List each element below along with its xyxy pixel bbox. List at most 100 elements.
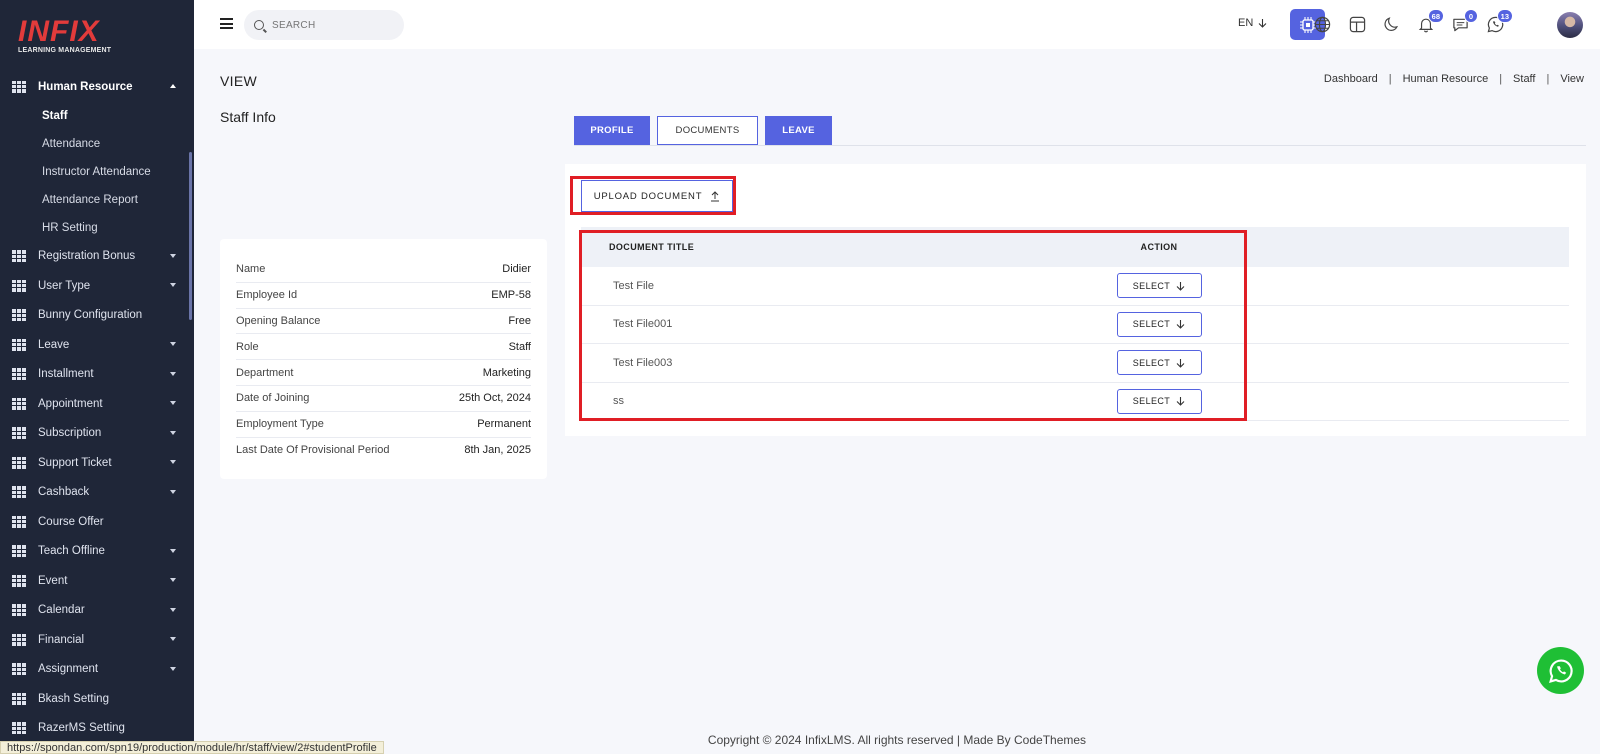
sidebar-item-razerms-setting[interactable]: RazerMS Setting [0, 714, 194, 744]
sidebar-item-bkash-setting[interactable]: Bkash Setting [0, 684, 194, 714]
sidebar-item-installment[interactable]: Installment [0, 360, 194, 390]
sidebar-item-user-type[interactable]: User Type [0, 271, 194, 301]
breadcrumb-separator: | [1546, 73, 1550, 85]
sidebar-item-human-resource[interactable]: Human Resource [0, 72, 194, 102]
sidebar-item-label: Bunny Configuration [38, 309, 143, 322]
sidebar-subitem-staff[interactable]: Staff [0, 102, 194, 130]
highlight-box-table [579, 230, 1247, 421]
chevron-down-icon [170, 401, 176, 405]
sidebar-item-label: Teach Offline [38, 545, 105, 558]
info-value: Marketing [482, 366, 531, 379]
grid-icon [12, 456, 26, 469]
sidebar-item-label: Financial [38, 633, 85, 646]
chevron-down-icon [170, 637, 176, 641]
sidebar-item-label: User Type [38, 279, 91, 292]
grid-icon [12, 427, 26, 440]
avatar[interactable] [1557, 12, 1583, 38]
grid-icon [12, 80, 26, 93]
sidebar-item-label: Subscription [38, 427, 102, 440]
moon-icon[interactable] [1383, 15, 1401, 33]
globe-icon[interactable] [1313, 15, 1331, 33]
whatsapp-button[interactable]: 13 [1486, 9, 1513, 33]
sidebar-subitem-attendance[interactable]: Attendance [0, 130, 194, 158]
sidebar-item-event[interactable]: Event [0, 566, 194, 596]
info-label: Name [236, 263, 266, 276]
breadcrumb-item-view[interactable]: View [1560, 73, 1584, 85]
sidebar-item-course-offer[interactable]: Course Offer [0, 507, 194, 537]
info-value: Staff [508, 340, 531, 353]
notification-bell[interactable]: 68 [1417, 9, 1444, 33]
arrow-down-icon [1258, 19, 1267, 28]
info-value: Didier [502, 263, 531, 276]
breadcrumb: Dashboard | Human Resource | Staff | View [1324, 73, 1584, 85]
sidebar-item-bunny-configuration[interactable]: Bunny Configuration [0, 301, 194, 331]
sidebar-item-support-ticket[interactable]: Support Ticket [0, 448, 194, 478]
sidebar-item-label: Human Resource [38, 80, 133, 93]
sidebar: INFIX LEARNING MANAGEMENT Human Resource… [0, 0, 194, 754]
grid-icon [12, 368, 26, 381]
app-logo[interactable]: INFIX LEARNING MANAGEMENT [0, 0, 194, 72]
grid-icon [12, 515, 26, 528]
sidebar-item-appointment[interactable]: Appointment [0, 389, 194, 419]
whatsapp-count-badge: 13 [1496, 9, 1513, 23]
info-value: EMP-58 [491, 289, 531, 302]
info-value: 25th Oct, 2024 [458, 392, 531, 405]
grid-icon [12, 574, 26, 587]
grid-icon [12, 692, 26, 705]
sidebar-item-label: Event [38, 574, 68, 587]
info-row-date-of-joining: Date of Joining 25th Oct, 2024 [236, 386, 531, 412]
sidebar-item-calendar[interactable]: Calendar [0, 596, 194, 626]
search-input[interactable] [272, 19, 392, 31]
status-bar-url: https://spondan.com/spn19/production/mod… [0, 741, 384, 754]
sidebar-nav: Human Resource [0, 72, 194, 102]
sidebar-item-label: Appointment [38, 397, 103, 410]
sidebar-subitem-label: Attendance Report [42, 193, 138, 206]
tab-documents[interactable]: DOCUMENTS [657, 116, 758, 145]
sidebar-subitem-instructor-attendance[interactable]: Instructor Attendance [0, 158, 194, 186]
chevron-up-icon [170, 84, 176, 88]
sidebar-item-label: Bkash Setting [38, 692, 109, 705]
sidebar-item-label: Calendar [38, 604, 85, 617]
info-value: 8th Jan, 2025 [464, 444, 531, 457]
info-row-employment-type: Employment Type Permanent [236, 412, 531, 438]
sidebar-item-label: Leave [38, 338, 70, 351]
sidebar-scrollbar[interactable] [189, 152, 192, 320]
grid-icon [12, 633, 26, 646]
whatsapp-chat-button[interactable] [1537, 647, 1584, 694]
breadcrumb-item-human-resource[interactable]: Human Resource [1403, 73, 1489, 85]
section-title: Staff Info [220, 109, 276, 125]
layout-icon[interactable] [1348, 15, 1366, 33]
sidebar-item-cashback[interactable]: Cashback [0, 478, 194, 508]
sidebar-subitem-attendance-report[interactable]: Attendance Report [0, 186, 194, 214]
sidebar-item-financial[interactable]: Financial [0, 625, 194, 655]
language-selector[interactable]: EN [1238, 17, 1267, 29]
sidebar-item-leave[interactable]: Leave [0, 330, 194, 360]
search-box[interactable] [244, 10, 404, 40]
breadcrumb-item-staff[interactable]: Staff [1513, 73, 1535, 85]
tab-leave[interactable]: LEAVE [765, 116, 832, 145]
tab-bar: PROFILE DOCUMENTS LEAVE [574, 116, 1586, 146]
chevron-down-icon [170, 283, 176, 287]
menu-icon[interactable] [220, 18, 233, 29]
page-title: VIEW [220, 73, 257, 89]
sidebar-item-assignment[interactable]: Assignment [0, 655, 194, 685]
messages-button[interactable]: 0 [1451, 9, 1478, 33]
info-row-role: Role Staff [236, 334, 531, 361]
info-label: Date of Joining [236, 392, 310, 405]
breadcrumb-item-dashboard[interactable]: Dashboard [1324, 73, 1378, 85]
info-row-department: Department Marketing [236, 360, 531, 386]
tab-profile[interactable]: PROFILE [574, 116, 650, 145]
info-label: Opening Balance [236, 314, 321, 327]
logo-subtext: LEARNING MANAGEMENT [18, 47, 112, 54]
info-label: Last Date Of Provisional Period [236, 444, 390, 457]
sidebar-item-label: Registration Bonus [38, 250, 136, 263]
sidebar-item-teach-offline[interactable]: Teach Offline [0, 537, 194, 567]
sidebar-subitem-hr-setting[interactable]: HR Setting [0, 214, 194, 242]
top-bar: EN 68 0 13 [194, 0, 1600, 49]
sidebar-subitem-label: Attendance [42, 137, 101, 150]
sidebar-item-subscription[interactable]: Subscription [0, 419, 194, 449]
sidebar-subitem-label: Instructor Attendance [42, 165, 151, 178]
grid-icon [12, 545, 26, 558]
sidebar-item-registration-bonus[interactable]: Registration Bonus [0, 242, 194, 272]
info-row-employee-id: Employee Id EMP-58 [236, 283, 531, 309]
